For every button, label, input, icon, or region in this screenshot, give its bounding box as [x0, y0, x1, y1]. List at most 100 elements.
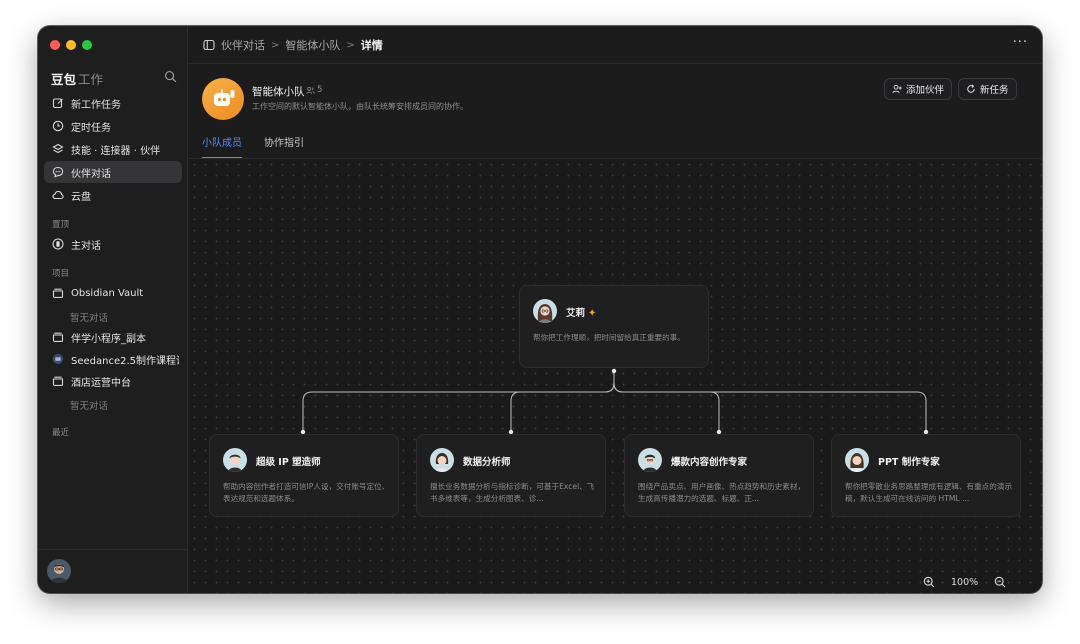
leader-description: 帮你把工作理顺，把时间留给真正重要的事。: [533, 333, 685, 342]
more-options-icon[interactable]: ···: [1013, 35, 1028, 50]
main-chat-icon: [52, 238, 64, 250]
maximize-window-button[interactable]: [82, 40, 92, 50]
female-avatar-icon: [533, 299, 557, 323]
member-count-value: 5: [317, 85, 323, 95]
new-task-button[interactable]: 新任务: [958, 78, 1017, 100]
search-icon[interactable]: [164, 70, 177, 83]
leader-card[interactable]: 艾莉 ✦ 帮你把工作理顺，把时间留给真正重要的事。: [519, 285, 709, 368]
breadcrumb-current: 详情: [360, 39, 383, 52]
member-description: 帮你把零散业务思路整理成有逻辑、有重点的演示稿，默认生成可在线访问的 HTML …: [845, 482, 1013, 503]
nav-label: 伴学小程序_副本: [71, 333, 146, 345]
add-partner-button[interactable]: 添加伙伴: [884, 78, 953, 100]
member-name: 爆款内容创作专家: [671, 457, 748, 468]
male-avatar-icon: [638, 448, 662, 472]
team-description: 工作空间的默认智能体小队，由队长统筹安排成员间的协作。: [252, 102, 468, 111]
nav-label: 酒店运营中台: [71, 377, 131, 389]
app-brand: 豆包 工作: [51, 69, 103, 88]
sidebar-divider: [38, 549, 188, 550]
section-pinned-label: 置顶: [52, 220, 70, 230]
refresh-icon: [967, 84, 975, 93]
zoom-level: 100%: [951, 576, 979, 588]
nav-main-chat[interactable]: 主对话: [44, 233, 182, 255]
robot-icon: [214, 89, 235, 106]
project-obsidian-vault[interactable]: Obsidian Vault: [44, 282, 182, 304]
member-description: 围绕产品卖点、用户画像、热点趋势和历史素材，生成高传播潜力的选题、标题、正...: [638, 482, 806, 503]
section-recent-label: 最近: [52, 428, 70, 438]
project-empty-hint: 暂无对话: [70, 313, 109, 324]
zoom-out-icon[interactable]: [994, 576, 1006, 588]
project-avatar-icon: [52, 353, 64, 365]
member-name: 数据分析师: [463, 457, 511, 468]
members-icon: [306, 86, 315, 94]
main-panel: 伙伴对话 > 智能体小队 > 详情 ··· 智能体小队 5 工作空间的默认智能体…: [189, 26, 1042, 593]
zoom-in-icon[interactable]: [923, 576, 935, 588]
leader-name: 艾莉: [566, 308, 586, 319]
project-empty-hint: 暂无对话: [70, 401, 109, 412]
zoom-controls: 100%: [923, 576, 1006, 588]
project-hotel-ops[interactable]: 酒店运营中台: [44, 370, 182, 392]
team-header: 智能体小队 5 工作空间的默认智能体小队，由队长统筹安排成员间的协作。 添加伙伴…: [202, 78, 1032, 122]
tab-collab-guide[interactable]: 协作指引: [264, 134, 304, 159]
minimize-window-button[interactable]: [66, 40, 76, 50]
member-avatar: [430, 448, 454, 472]
project-study-miniapp[interactable]: 伴学小程序_副本: [44, 326, 182, 348]
layers-icon: [52, 143, 64, 154]
team-member-count: 5: [306, 85, 322, 95]
member-name: 超级 IP 塑造师: [256, 457, 321, 468]
project-seedance-course[interactable]: Seedance2.5制作课程训: [44, 348, 182, 370]
sidebar: 豆包 工作 新工作任务 定时任务 技能 · 连接器 · 伙伴 伙伴对话 云盘 置顶: [38, 26, 188, 593]
brand-name: 豆包: [51, 72, 77, 87]
cloud-icon: [52, 190, 64, 200]
member-description: 帮助内容创作者打造可信IP人设，交付账号定位、表达规范和选题体系。: [223, 482, 390, 503]
nav-scheduled-task[interactable]: 定时任务: [44, 115, 182, 137]
nav-new-task[interactable]: 新工作任务: [44, 92, 182, 114]
nav-label: 新工作任务: [71, 99, 121, 111]
chat-bubble-icon: [52, 166, 64, 178]
breadcrumb-team[interactable]: 智能体小队: [285, 37, 340, 53]
nav-label: 技能 · 连接器 · 伙伴: [71, 145, 161, 157]
breadcrumb-root[interactable]: 伙伴对话: [221, 37, 265, 53]
nav-label: 云盘: [71, 191, 91, 203]
nav-skills[interactable]: 技能 · 连接器 · 伙伴: [44, 138, 182, 160]
folder-icon: [52, 332, 64, 342]
user-avatar-icon: [47, 559, 71, 583]
folder-icon: [52, 288, 64, 298]
member-card[interactable]: 爆款内容创作专家 围绕产品卖点、用户画像、热点趋势和历史素材，生成高传播潜力的选…: [624, 434, 814, 517]
add-user-icon: [892, 84, 902, 94]
tab-bar: 小队成员 协作指引: [202, 134, 304, 159]
nav-cloud-drive[interactable]: 云盘: [44, 184, 182, 206]
member-card[interactable]: PPT 制作专家 帮你把零散业务思路整理成有逻辑、有重点的演示稿，默认生成可在线…: [831, 434, 1021, 517]
org-chart-canvas[interactable]: 艾莉 ✦ 帮你把工作理顺，把时间留给真正重要的事。 超级 IP 塑造师 帮助内容创…: [189, 159, 1042, 593]
leader-avatar: [533, 299, 557, 323]
member-card[interactable]: 数据分析师 擅长业务数据分析与指标诊断，可基于Excel、飞书多维表等，生成分析…: [416, 434, 606, 517]
folder-icon: [52, 376, 64, 386]
member-description: 擅长业务数据分析与指标诊断，可基于Excel、飞书多维表等，生成分析图表、诊..…: [430, 482, 595, 503]
member-name: PPT 制作专家: [878, 457, 940, 468]
female-avatar-icon: [845, 448, 869, 472]
nav-label: Obsidian Vault: [71, 287, 144, 299]
member-avatar: [845, 448, 869, 472]
member-card[interactable]: 超级 IP 塑造师 帮助内容创作者打造可信IP人设，交付账号定位、表达规范和选题…: [209, 434, 399, 517]
new-task-label: 新任务: [980, 85, 1009, 96]
connector-lines: [300, 368, 929, 435]
nav-label: 定时任务: [71, 122, 111, 134]
window-controls: [50, 40, 92, 50]
member-avatar: [638, 448, 662, 472]
breadcrumb: 伙伴对话 > 智能体小队 > 详情: [203, 37, 383, 53]
sidebar-toggle-icon[interactable]: [203, 39, 215, 51]
top-bar: 伙伴对话 > 智能体小队 > 详情 ···: [189, 26, 1042, 64]
female-avatar-icon: [430, 448, 454, 472]
chevron-right-icon: >: [346, 39, 355, 51]
section-projects-label: 项目: [52, 269, 70, 279]
close-window-button[interactable]: [50, 40, 60, 50]
add-partner-label: 添加伙伴: [906, 85, 945, 96]
tab-team-members[interactable]: 小队成员: [202, 134, 242, 159]
user-avatar[interactable]: [47, 559, 71, 583]
nav-label: Seedance2.5制作课程训: [71, 355, 179, 367]
chevron-right-icon: >: [271, 39, 280, 51]
sparkle-icon: ✦: [588, 308, 597, 319]
member-avatar: [223, 448, 247, 472]
nav-partner-chat[interactable]: 伙伴对话: [44, 161, 182, 183]
app-window: 豆包 工作 新工作任务 定时任务 技能 · 连接器 · 伙伴 伙伴对话 云盘 置顶: [38, 26, 1042, 593]
nav-label: 伙伴对话: [71, 168, 111, 180]
